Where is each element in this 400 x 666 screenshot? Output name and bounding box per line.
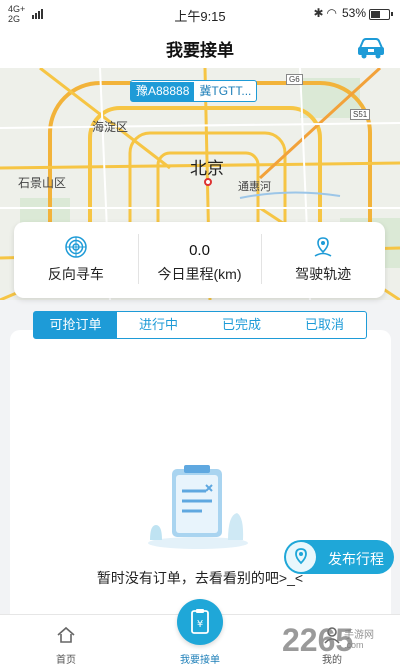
clipboard-yuan-icon: ¥ [177, 599, 223, 645]
battery-icon [369, 9, 393, 20]
map-label-tonghuihe: 通惠河 [238, 181, 271, 193]
watermark-logo: 2265 手游网 .com [282, 622, 400, 662]
bluetooth-icon: ✱ [313, 6, 327, 20]
plate-tab[interactable]: 冀TGTT... [194, 82, 256, 101]
app-header: 我要接单 [0, 28, 400, 68]
watermark-url: .com [344, 640, 364, 650]
stats-card: 反向寻车 0.0 今日里程(km) 驾驶轨迹 [14, 222, 385, 298]
tab-cancelled[interactable]: 已取消 [283, 312, 366, 338]
status-bar: 4G+ 2G 上午9:15 ✱◠ 53% [0, 0, 400, 28]
car-icon[interactable] [356, 34, 386, 60]
reverse-search-button[interactable]: 反向寻车 [14, 222, 138, 298]
tab-completed[interactable]: 已完成 [200, 312, 283, 338]
plate-selector[interactable]: 豫A88888 冀TGTT... [130, 80, 258, 102]
mileage-label: 今日里程(km) [157, 266, 242, 282]
reverse-search-label: 反向寻车 [47, 266, 104, 282]
svg-text:¥: ¥ [197, 619, 203, 630]
tab-in-progress[interactable]: 进行中 [117, 312, 200, 338]
plate-tab-active[interactable]: 豫A88888 [131, 81, 195, 101]
driving-track-label: 驾驶轨迹 [295, 266, 352, 282]
empty-orders-icon [140, 455, 255, 555]
radar-icon [65, 236, 87, 258]
map-label-haidian: 海淀区 [92, 120, 129, 134]
location-marker-icon [204, 178, 212, 186]
map-label-shijingshan: 石景山区 [18, 176, 67, 190]
map-label-beijing: 北京 [190, 159, 224, 178]
publish-trip-button[interactable]: 发布行程 [284, 540, 394, 574]
location-pin-icon [286, 542, 316, 572]
battery-percent: 53% [341, 6, 366, 20]
status-time: 上午9:15 [174, 9, 226, 24]
tab-available[interactable]: 可抢订单 [34, 312, 117, 338]
mileage-value: 0.0 [189, 242, 210, 259]
battery-level [371, 11, 380, 18]
publish-trip-label: 发布行程 [328, 551, 384, 567]
map-label-g6: G6 [286, 74, 303, 85]
status-icons: ✱◠ [313, 6, 340, 20]
watermark-number: 2265 [282, 622, 354, 658]
nav-accept-label: 我要接单 [180, 655, 220, 666]
driving-track-button[interactable]: 驾驶轨迹 [261, 222, 385, 298]
wifi-icon: ◠ [326, 6, 340, 20]
mileage-stat: 0.0 今日里程(km) [137, 222, 262, 298]
order-tabs: 可抢订单 进行中 已完成 已取消 [33, 311, 367, 339]
watermark-cn: 手游网 [344, 630, 374, 641]
map-label-s51: S51 [350, 109, 371, 120]
home-icon [56, 625, 76, 645]
track-pin-icon [312, 236, 334, 258]
nav-home-label: 首页 [56, 655, 76, 666]
page-title: 我要接单 [166, 41, 234, 60]
